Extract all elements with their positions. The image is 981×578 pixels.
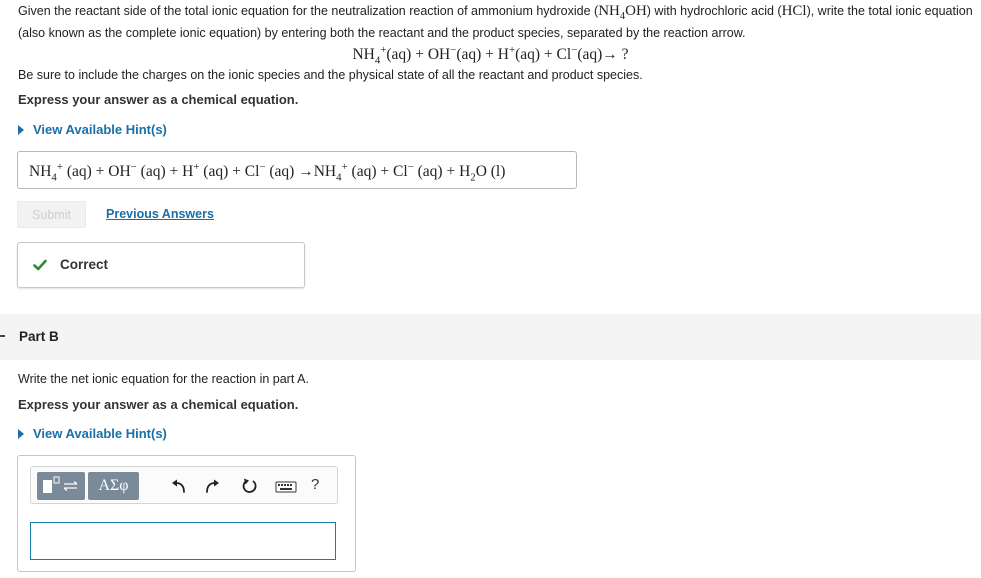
- submitted-answer-equation: NH4+ (aq) + OH− (aq) + H+ (aq) + Cl− (aq…: [29, 161, 506, 184]
- answer-input-field[interactable]: [30, 522, 336, 560]
- hint-label-a: View Available Hint(s): [33, 122, 167, 137]
- express-instruction-b: Express your answer as a chemical equati…: [18, 397, 299, 412]
- redo-icon[interactable]: [203, 478, 221, 494]
- template-icon: [43, 476, 78, 493]
- submit-button[interactable]: Submit: [17, 201, 86, 228]
- template-button[interactable]: [37, 472, 85, 500]
- part-b-prompt: Write the net ionic equation for the rea…: [18, 372, 309, 386]
- greek-symbols-button[interactable]: ΑΣφ: [88, 472, 139, 500]
- intro-text-1: Given the reactant side of the total ion…: [18, 4, 599, 18]
- view-hints-link-b[interactable]: View Available Hint(s): [18, 426, 167, 441]
- collapse-caret-icon: [0, 335, 5, 337]
- equation-editor: ΑΣφ ?: [17, 455, 356, 572]
- question-intro: Given the reactant side of the total ion…: [18, 3, 973, 41]
- reset-icon[interactable]: [241, 478, 259, 494]
- help-icon[interactable]: ?: [311, 476, 319, 493]
- undo-icon[interactable]: [170, 478, 188, 494]
- formula-hcl: HCl: [781, 3, 807, 19]
- expand-triangle-icon: [18, 429, 24, 439]
- previous-answers-link[interactable]: Previous Answers: [106, 207, 214, 221]
- charges-note: Be sure to include the charges on the io…: [18, 68, 643, 82]
- editor-toolbar: ΑΣφ ?: [30, 466, 338, 504]
- hint-label-b: View Available Hint(s): [33, 426, 167, 441]
- formula-nh4oh: NH4OH: [598, 3, 647, 22]
- page: Given the reactant side of the total ion…: [0, 0, 981, 578]
- expand-triangle-icon: [18, 125, 24, 135]
- express-instruction-a: Express your answer as a chemical equati…: [18, 92, 299, 107]
- keyboard-icon[interactable]: [275, 478, 297, 494]
- checkmark-icon: [33, 259, 47, 271]
- answer-display-box: NH4+ (aq) + OH− (aq) + H+ (aq) + Cl− (aq…: [17, 151, 577, 189]
- part-b-header[interactable]: Part B: [0, 314, 981, 360]
- feedback-correct-box: Correct: [17, 242, 305, 288]
- given-equation: NH4+(aq) + OH−(aq) + H+(aq) + Cl−(aq)→ ?: [352, 44, 629, 67]
- correct-label: Correct: [60, 257, 109, 272]
- intro-text-2: ) with hydrochloric acid (: [646, 4, 782, 18]
- part-b-title: Part B: [19, 329, 59, 344]
- view-hints-link-a[interactable]: View Available Hint(s): [18, 122, 167, 137]
